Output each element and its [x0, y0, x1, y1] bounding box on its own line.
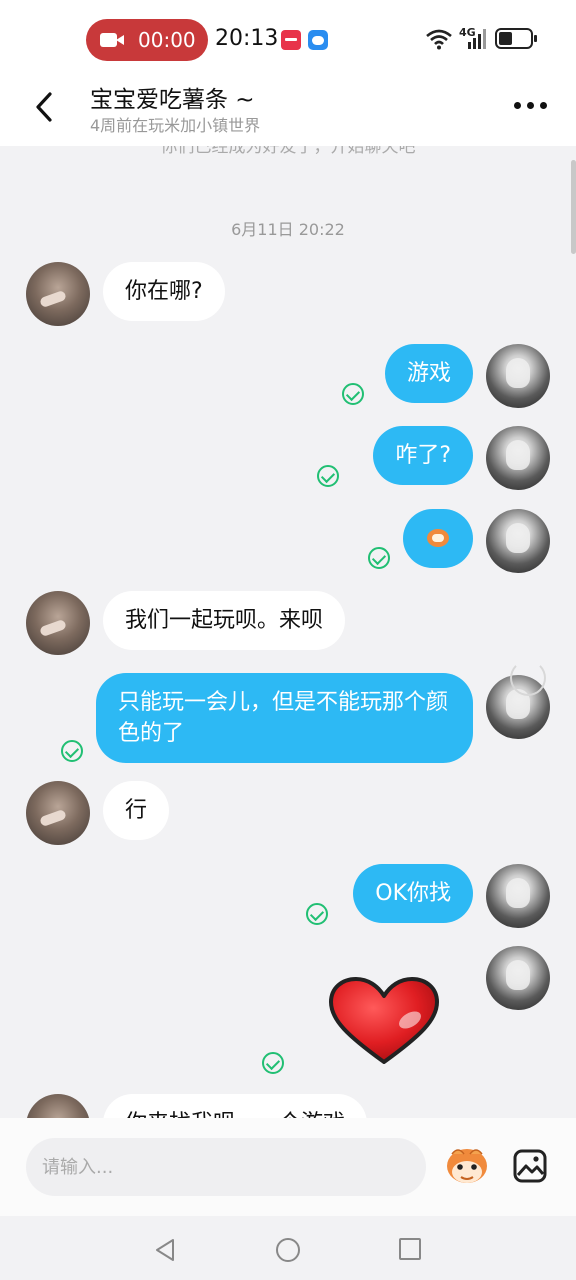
- outgoing-message[interactable]: 只能玩一会儿，但是不能玩那个颜色的了: [96, 673, 473, 763]
- friend-avatar[interactable]: [26, 1094, 90, 1118]
- message-input[interactable]: [26, 1138, 426, 1196]
- my-avatar[interactable]: [486, 509, 550, 573]
- chat-area[interactable]: 你们已经成为好友了，开始聊天吧 6月11日 20:22 你在哪? 游戏 咋了? …: [0, 146, 576, 1118]
- record-time: 00:00: [138, 28, 196, 52]
- system-nav-bar: [0, 1216, 576, 1280]
- read-check-icon: [306, 903, 328, 925]
- status-bar: 00:00 20:13 4G: [0, 0, 576, 76]
- outgoing-message[interactable]: 咋了?: [373, 426, 473, 485]
- nav-recent-icon[interactable]: [399, 1238, 421, 1260]
- read-check-icon: [262, 1052, 284, 1074]
- battery-icon: [495, 28, 537, 49]
- read-check-icon: [342, 383, 364, 405]
- message-timestamp: 6月11日 20:22: [231, 220, 345, 239]
- chevron-left-icon[interactable]: [30, 90, 60, 124]
- input-bar: [0, 1118, 576, 1216]
- read-check-icon: [61, 740, 83, 762]
- incoming-message[interactable]: 我们一起玩呗。来呗: [103, 591, 346, 650]
- outgoing-message[interactable]: 游戏: [384, 344, 473, 403]
- heart-sticker[interactable]: [328, 976, 440, 1066]
- wifi-icon: [426, 29, 452, 50]
- more-options-icon[interactable]: [514, 102, 548, 112]
- monkey-emoji-icon[interactable]: [444, 1146, 490, 1188]
- my-avatar[interactable]: [486, 946, 550, 1010]
- outgoing-message[interactable]: OK你找: [353, 864, 473, 923]
- nav-back-icon[interactable]: [153, 1238, 177, 1262]
- incoming-message[interactable]: 行: [103, 781, 170, 840]
- chat-header: 宝宝爱吃薯条 ~ 4周前在玩米加小镇世界: [0, 76, 576, 146]
- scrollbar[interactable]: [571, 160, 576, 254]
- system-message: 你们已经成为好友了，开始聊天吧: [160, 146, 416, 157]
- record-icon: [100, 30, 126, 50]
- friend-avatar[interactable]: [26, 781, 90, 845]
- read-check-icon: [317, 465, 339, 487]
- friend-avatar[interactable]: [26, 262, 90, 326]
- friend-avatar[interactable]: [26, 591, 90, 655]
- chat-title: 宝宝爱吃薯条 ~: [90, 87, 255, 113]
- signal-icon: [468, 29, 486, 49]
- screen-record-pill[interactable]: 00:00: [86, 19, 208, 61]
- incoming-message[interactable]: 你来找我呗，一个游戏: [103, 1094, 368, 1118]
- read-check-icon: [368, 547, 390, 569]
- incoming-message[interactable]: 你在哪?: [103, 262, 225, 321]
- status-clock: 20:13: [215, 26, 279, 51]
- loading-indicator: [510, 660, 546, 696]
- nav-home-icon[interactable]: [276, 1238, 300, 1262]
- my-avatar[interactable]: [486, 426, 550, 490]
- monkey-emoji-icon: [427, 529, 449, 547]
- my-avatar[interactable]: [486, 344, 550, 408]
- weather-icon: [308, 30, 328, 50]
- my-avatar[interactable]: [486, 864, 550, 928]
- chat-subtitle: 4周前在玩米加小镇世界: [90, 116, 261, 135]
- image-icon[interactable]: [512, 1148, 548, 1184]
- outgoing-message[interactable]: [403, 509, 473, 568]
- app-notification-icon: [281, 30, 301, 50]
